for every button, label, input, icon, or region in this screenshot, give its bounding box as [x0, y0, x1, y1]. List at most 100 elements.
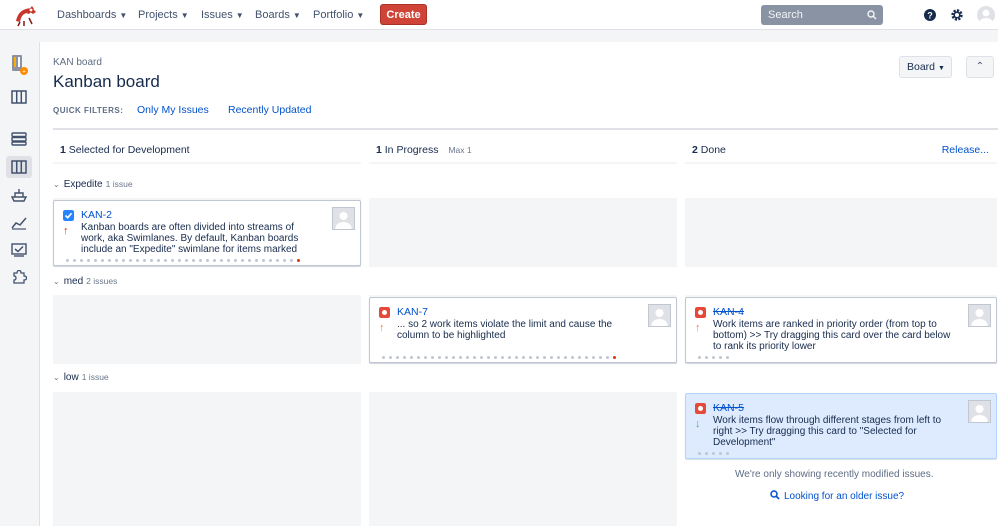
assignee-avatar[interactable]: [648, 304, 671, 331]
swimlane-count: 1 issue: [81, 372, 109, 382]
issue-summary: ... so 2 work items violate the limit an…: [397, 319, 613, 341]
project-sidebar: +: [0, 42, 40, 526]
search-input[interactable]: Search: [761, 5, 883, 25]
project-avatar[interactable]: +: [6, 54, 32, 76]
swimlane-name: Expedite: [63, 179, 103, 190]
user-icon: [971, 405, 988, 427]
priority-low-icon: ↓: [695, 418, 701, 430]
collapse-header-button[interactable]: ⌃: [966, 56, 994, 78]
issue-summary: Work items flow through different stages…: [713, 415, 942, 448]
reports-icon[interactable]: [6, 212, 32, 234]
issue-key[interactable]: KAN-2: [81, 209, 112, 221]
column-name: Done: [700, 144, 726, 156]
swimlane-header-expedite[interactable]: ⌄ Expedite 1 issue: [53, 179, 133, 190]
column-max-constraint: Max 1: [448, 145, 472, 155]
priority-high-icon: ↑: [379, 322, 385, 334]
column-name: In Progress: [384, 144, 439, 156]
nav-portfolio-label: Portfolio: [313, 9, 354, 21]
gear-icon[interactable]: [949, 7, 965, 23]
older-issue-link[interactable]: Looking for an older issue?: [770, 490, 904, 502]
days-in-column-indicator: [66, 259, 300, 262]
issue-key[interactable]: KAN-4: [713, 306, 744, 318]
bug-type-icon: [379, 307, 390, 318]
cell-low-selected: [53, 392, 361, 526]
nav-dashboards-label: Dashboards: [57, 9, 117, 21]
board-columns-icon: [11, 160, 27, 174]
issues-navigator-icon[interactable]: [6, 239, 32, 261]
issue-summary: Kanban boards are often divided into str…: [81, 222, 299, 255]
column-header-done: 2 Done Release...: [685, 138, 997, 164]
chevron-down-icon: ▼: [938, 65, 945, 72]
nav-boards-label: Boards: [255, 9, 290, 21]
nav-boards[interactable]: Boards ▼: [255, 9, 301, 21]
issue-key[interactable]: KAN-7: [397, 306, 428, 318]
swimlane-header-med[interactable]: ⌄ med 2 issues: [53, 276, 117, 287]
task-type-icon: [63, 210, 74, 221]
issue-card-kan-4[interactable]: KAN-4 ↑ Work items are ranked in priorit…: [685, 297, 997, 363]
search-placeholder: Search: [768, 9, 803, 21]
columns-icon: [11, 90, 27, 104]
nav-projects-label: Projects: [138, 9, 178, 21]
active-board-icon[interactable]: [6, 156, 32, 178]
nav-dashboards[interactable]: Dashboards ▼: [57, 9, 127, 21]
header-divider: [0, 30, 998, 42]
cell-expedite-done: [685, 198, 997, 267]
board-menu-button[interactable]: Board ▼: [899, 56, 952, 78]
create-button[interactable]: Create: [380, 4, 427, 25]
swimlane-count: 2 issues: [86, 276, 118, 286]
puzzle-icon: [13, 270, 27, 284]
chevron-down-icon: ▼: [119, 11, 128, 20]
swimlane-header-low[interactable]: ⌄ low 1 issue: [53, 372, 109, 383]
svg-text:+: +: [22, 70, 26, 76]
board-switcher-icon[interactable]: [6, 86, 32, 108]
days-in-column-indicator: [698, 452, 729, 455]
bug-type-icon: [695, 403, 706, 414]
assignee-avatar[interactable]: [968, 304, 991, 331]
column-count: 2: [692, 144, 698, 156]
issue-card-kan-7[interactable]: KAN-7 ↑ ... so 2 work items violate the …: [369, 297, 677, 363]
jira-logo-icon[interactable]: [12, 3, 40, 27]
quick-filters-label: QUICK FILTERS:: [53, 106, 124, 115]
header-divider-line: [53, 128, 998, 130]
issue-card-kan-5[interactable]: KAN-5 ↓ Work items flow through differen…: [685, 393, 997, 459]
help-icon[interactable]: ?: [922, 7, 938, 23]
column-header-in-progress: 1 In Progress Max 1: [369, 138, 677, 164]
line-chart-icon: [11, 217, 27, 230]
bug-type-icon: [695, 307, 706, 318]
user-icon: [651, 309, 668, 331]
chevron-down-icon: ⌄: [53, 180, 60, 189]
backlog-icon[interactable]: [6, 128, 32, 150]
chevron-down-icon: ▼: [356, 11, 365, 20]
double-chevron-up-icon: ⌃: [975, 61, 985, 72]
chevron-down-icon: ▼: [180, 11, 189, 20]
column-name: Selected for Development: [68, 144, 190, 156]
board-main: KAN board Kanban board QUICK FILTERS: On…: [40, 42, 998, 526]
svg-text:?: ?: [927, 11, 933, 21]
release-link[interactable]: Release...: [942, 138, 989, 162]
days-in-column-indicator: [698, 356, 729, 359]
assignee-avatar[interactable]: [332, 207, 355, 234]
issue-card-kan-2[interactable]: KAN-2 ↑ Kanban boards are often divided …: [53, 200, 361, 266]
filter-recently-updated[interactable]: Recently Updated: [228, 104, 311, 116]
swimlane-name: low: [63, 372, 79, 383]
nav-projects[interactable]: Projects ▼: [138, 9, 189, 21]
priority-highest-icon: ↑: [63, 225, 69, 237]
user-icon: [971, 309, 988, 331]
swimlane-name: med: [63, 276, 84, 287]
project-icon: +: [12, 55, 28, 76]
chevron-down-icon: ⌄: [53, 277, 60, 286]
add-ons-icon[interactable]: [6, 266, 32, 288]
nav-portfolio[interactable]: Portfolio ▼: [313, 9, 364, 21]
issue-summary: Work items are ranked in priority order …: [713, 319, 951, 352]
filter-only-my-issues[interactable]: Only My Issues: [137, 104, 209, 116]
releases-icon[interactable]: [6, 184, 32, 206]
user-avatar[interactable]: [977, 6, 995, 24]
nav-issues[interactable]: Issues ▼: [201, 9, 244, 21]
issue-key[interactable]: KAN-5: [713, 402, 744, 414]
breadcrumb[interactable]: KAN board: [53, 57, 102, 68]
column-count: 1: [376, 144, 382, 156]
priority-high-icon: ↑: [695, 322, 701, 334]
assignee-avatar[interactable]: [968, 400, 991, 427]
days-in-column-indicator: [382, 356, 616, 359]
backlog-glyph: [11, 132, 27, 146]
